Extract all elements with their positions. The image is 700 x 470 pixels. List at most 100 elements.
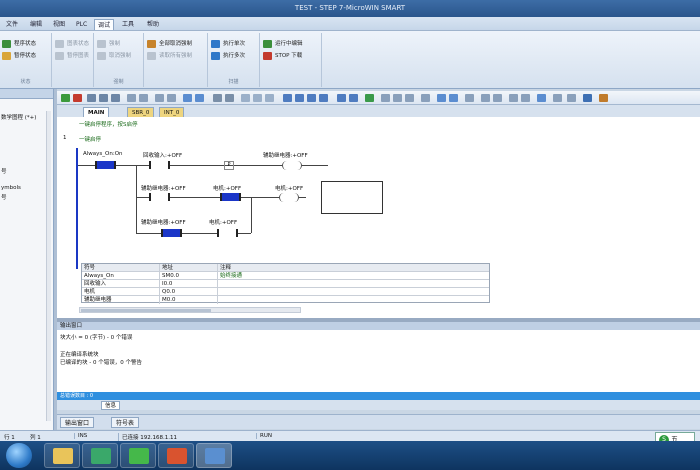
taskbar-media[interactable] <box>158 443 194 468</box>
tree-item[interactable]: 号 <box>1 167 51 175</box>
compile-icon[interactable] <box>87 94 96 102</box>
symbol-icon[interactable] <box>225 94 234 102</box>
network-icon[interactable] <box>349 94 358 102</box>
read-all-forced-button[interactable]: 读取所有强制 <box>147 51 192 61</box>
tab-main[interactable]: MAIN <box>83 107 110 117</box>
tab-output-window[interactable]: 输出窗口 <box>60 417 95 428</box>
output-line: 块大小 = 0 (字节) - 0 个错误 <box>60 335 133 341</box>
network-view-icon[interactable] <box>583 94 592 102</box>
chart-status-button[interactable]: 图表状态 <box>55 39 89 49</box>
instruction-box-icon[interactable] <box>421 94 430 102</box>
table-row[interactable]: 回收输入 I0.0 <box>82 280 489 288</box>
monitor-icon[interactable] <box>553 94 562 102</box>
menu-help[interactable]: 帮助 <box>144 19 162 30</box>
line-left-icon[interactable] <box>307 94 316 102</box>
delete-icon[interactable] <box>139 94 148 102</box>
editor-hscrollbar[interactable] <box>79 307 301 313</box>
pause-chart-icon <box>55 52 64 60</box>
next-bookmark-icon[interactable] <box>167 94 176 102</box>
menu-tools[interactable]: 工具 <box>119 19 137 30</box>
line-up-icon[interactable] <box>283 94 292 102</box>
insert-icon[interactable] <box>127 94 136 102</box>
menu-debug[interactable]: 调试 <box>94 19 115 30</box>
edge-detector[interactable]: P <box>224 161 234 170</box>
scroll-thumb[interactable] <box>81 309 211 312</box>
taskbar-app[interactable] <box>82 443 118 468</box>
program-status-button[interactable]: 程序状态 <box>2 39 36 49</box>
coil-motor[interactable] <box>279 193 299 202</box>
menu-file[interactable]: 文件 <box>3 19 21 30</box>
taskbar-microwin[interactable] <box>196 443 232 468</box>
single-scan-button[interactable]: 执行单次 <box>211 39 245 49</box>
contact-icon[interactable] <box>241 94 250 102</box>
line-down-icon[interactable] <box>295 94 304 102</box>
coil-label: 电机:+OFF <box>275 186 304 192</box>
contact-input[interactable] <box>149 161 170 169</box>
table-row[interactable]: 电机 Q0.0 <box>82 288 489 296</box>
variables-icon[interactable] <box>521 94 530 102</box>
contact-always-on[interactable] <box>95 161 116 169</box>
menu-plc[interactable]: PLC <box>73 19 90 30</box>
menu-edit[interactable]: 编辑 <box>27 19 45 30</box>
tree-item[interactable]: ymbols <box>1 185 51 191</box>
arrow-up-icon[interactable] <box>481 94 490 102</box>
zoom-icon[interactable] <box>213 94 222 102</box>
contact-nc-icon[interactable] <box>393 94 402 102</box>
add-network-icon[interactable] <box>365 94 374 102</box>
taskbar-explorer[interactable] <box>44 443 80 468</box>
output-window: 块大小 = 0 (字节) - 0 个错误 正在编译系统块 已编译的块 - 0 个… <box>57 330 700 400</box>
taskbar-chat[interactable] <box>120 443 156 468</box>
pause-status-button[interactable]: 暂停状态 <box>2 51 36 61</box>
table-row[interactable]: 辅助继电器 M0.0 <box>82 296 489 304</box>
contact-motor[interactable] <box>217 229 238 237</box>
symbol-table-icon[interactable] <box>449 94 458 102</box>
multi-scan-button[interactable]: 执行多次 <box>211 51 245 61</box>
stop-icon[interactable] <box>73 94 82 102</box>
download-icon[interactable] <box>111 94 120 102</box>
unforce-button[interactable]: 取消强制 <box>97 51 131 61</box>
tree-item[interactable]: 数学图程 (*+) <box>1 113 51 121</box>
branch-icon[interactable] <box>337 94 346 102</box>
tree-scrollbar[interactable] <box>46 111 51 421</box>
stop-download-button[interactable]: STOP 下载 <box>263 51 302 61</box>
tab-symbol-table[interactable]: 符号表 <box>111 417 140 428</box>
help-icon[interactable] <box>599 94 608 102</box>
tree-item[interactable]: 号 <box>1 193 51 201</box>
unforce-all-button[interactable]: 全部取消强制 <box>147 39 192 49</box>
contact-aux-relay[interactable] <box>149 193 170 201</box>
tab-int0[interactable]: INT_0 <box>159 107 185 117</box>
line-right-icon[interactable] <box>319 94 328 102</box>
start-button[interactable] <box>6 443 32 468</box>
contact-motor-nc[interactable] <box>220 193 241 201</box>
output-coil-icon[interactable] <box>405 94 414 102</box>
run-icon[interactable] <box>61 94 70 102</box>
empty-network-box[interactable] <box>321 181 383 214</box>
menu-view[interactable]: 视图 <box>50 19 68 30</box>
force-button[interactable]: 强制 <box>97 39 120 49</box>
address-icon[interactable] <box>509 94 518 102</box>
coil-aux-relay[interactable] <box>282 161 302 170</box>
contact-no-icon[interactable] <box>381 94 390 102</box>
properties-icon[interactable] <box>465 94 474 102</box>
comments-icon[interactable] <box>437 94 446 102</box>
status-bar: 行 1 列 1 INS 已连接 192.168.1.11 RUN <box>0 430 700 441</box>
upload-icon[interactable] <box>99 94 108 102</box>
run-edit-button[interactable]: 运行中编辑 <box>263 39 303 49</box>
output-selected-line[interactable]: 总错误数目 : 0 <box>57 392 700 400</box>
status-chart-icon[interactable] <box>183 94 192 102</box>
ribbon-group-status: 程序状态 暂停状态 状态 <box>0 33 52 87</box>
output-line: 正在编译系统块 <box>60 352 99 358</box>
arrow-down-icon[interactable] <box>493 94 502 102</box>
pause-chart-button[interactable]: 暂停图表 <box>55 51 89 61</box>
ladder-editor[interactable]: 一键启停程序，按S启停 1 一键启停 Always_On:On 回收输入:+OF… <box>57 117 700 318</box>
coil-icon[interactable] <box>253 94 262 102</box>
pause-monitor-icon[interactable] <box>195 94 204 102</box>
contact-aux-relay-nc[interactable] <box>161 229 182 237</box>
box-icon[interactable] <box>265 94 274 102</box>
tab-sbr0[interactable]: SBR_0 <box>127 107 155 117</box>
settings-icon[interactable] <box>567 94 576 102</box>
table-row[interactable]: Always_On SM0.0 始终接通 <box>82 272 489 280</box>
bookmark-icon[interactable] <box>155 94 164 102</box>
view-icon[interactable] <box>537 94 546 102</box>
tab-info[interactable]: 信息 <box>101 401 121 410</box>
